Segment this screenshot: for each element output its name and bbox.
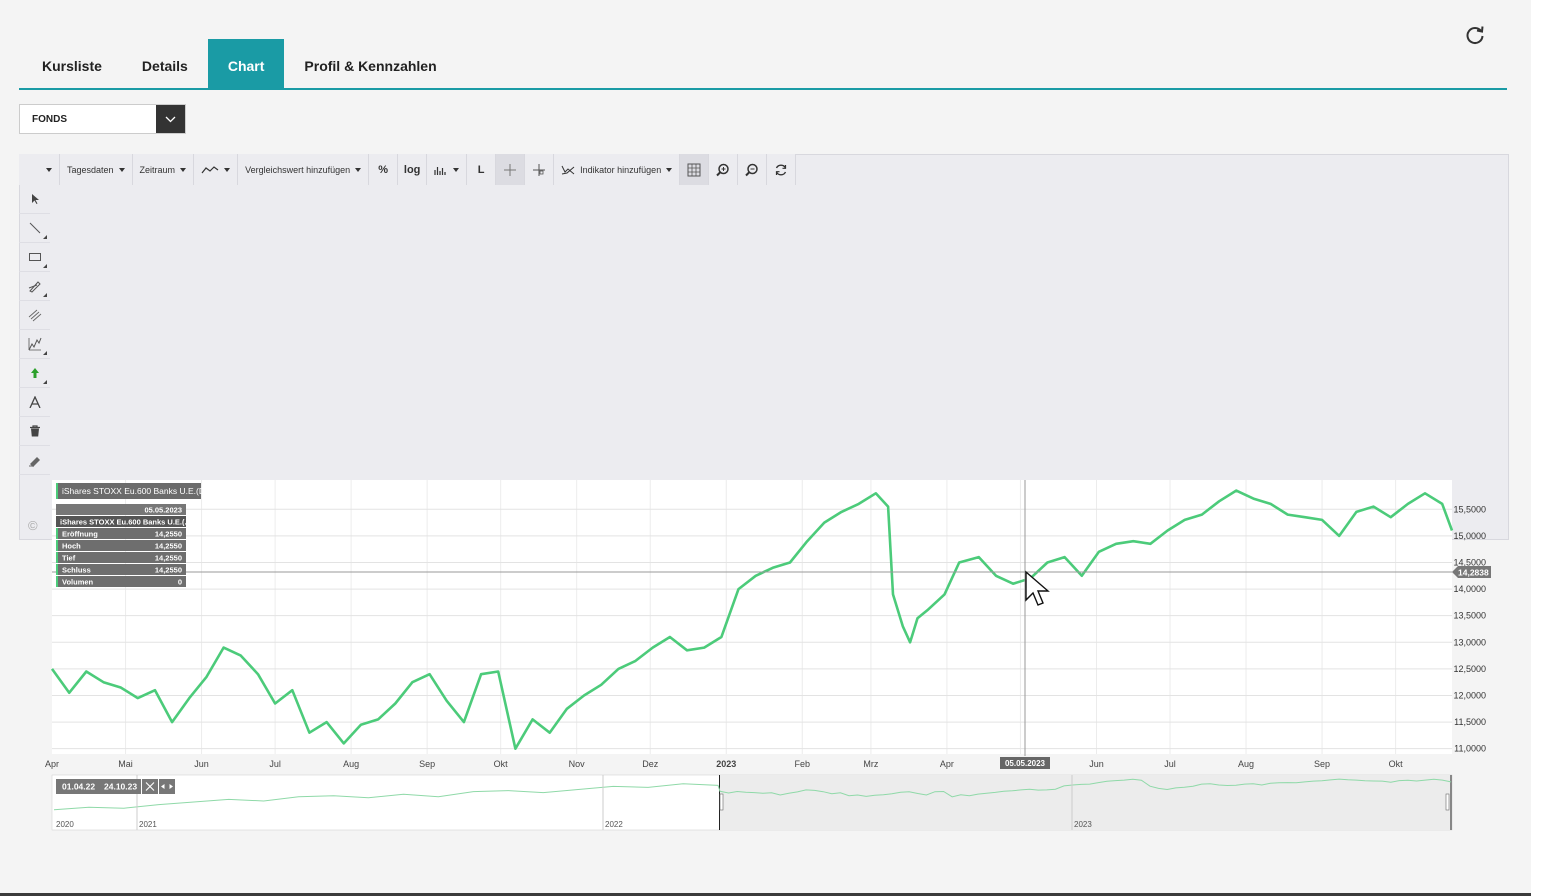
- tooltip-row-value: 14,2550: [155, 530, 182, 539]
- legend-series-name: iShares STOXX Eu.600 Banks U.E.(DE): [62, 486, 214, 496]
- x-tick-label: Mai: [118, 759, 133, 769]
- tooltip-short-name: iShares STOXX Eu.600 Banks U.E.(...: [60, 518, 191, 527]
- mouse-cursor-icon: [1025, 570, 1050, 606]
- tooltip-row-label: Volumen: [62, 578, 94, 587]
- y-tick-label: 14,5000: [1453, 557, 1486, 567]
- tooltip-row-label: Tief: [62, 554, 76, 563]
- tooltip-row-marker: [56, 540, 58, 551]
- crosshair-price-label: 14,2838: [1452, 566, 1491, 578]
- navigator-range-label: 01.04.22 24.10.23: [56, 779, 141, 794]
- x-tick-label: Jun: [1089, 759, 1104, 769]
- y-tick-label: 13,5000: [1453, 611, 1486, 621]
- x-tick-label: Jul: [269, 759, 281, 769]
- x-tick-label: Apr: [45, 759, 59, 769]
- page: Kursliste Details Chart Profil & Kennzah…: [0, 0, 1544, 896]
- y-axis-ticks: 11,0000 11,5000 12,0000 12,5000 13,0000 13,50…: [1453, 504, 1486, 753]
- crosshair-price-text: 14,2838: [1458, 568, 1489, 578]
- navigator-clear-button[interactable]: [142, 779, 158, 794]
- tooltip-row-value: 14,2550: [155, 554, 182, 563]
- tooltip-row-value: 14,2550: [155, 566, 182, 575]
- y-tick-label: 15,0000: [1453, 531, 1486, 541]
- crosshair-date-label: 05.05.2023: [1000, 757, 1050, 769]
- tooltip-row-label: Hoch: [62, 542, 81, 551]
- x-tick-label: Okt: [1389, 759, 1404, 769]
- tooltip-rows: Eröffnung 14,2550 Hoch 14,2550 Tief 14,2550 Sc…: [56, 528, 186, 587]
- x-axis-ticks: Apr Mai Jun Jul Aug Sep Okt Nov Dez 2023 Feb Mrz Apr…: [45, 759, 1403, 769]
- tooltip-row-marker: [56, 564, 58, 575]
- tooltip-row-value: 0: [178, 578, 182, 587]
- x-tick-label: Aug: [1238, 759, 1254, 769]
- series-legend: iShares STOXX Eu.600 Banks U.E.(DE): [56, 483, 214, 499]
- x-tick-label: Jul: [1164, 759, 1176, 769]
- x-tick-label: Okt: [494, 759, 509, 769]
- plot-area: [52, 480, 1452, 754]
- tooltip-row-marker: [56, 552, 58, 563]
- tooltip-row-value: 14,2550: [155, 542, 182, 551]
- navigator[interactable]: 2020 2021 2022 2023 01.04.22 24.10.23: [51, 774, 1453, 831]
- x-tick-label: Sep: [419, 759, 435, 769]
- x-tick-label: Nov: [569, 759, 586, 769]
- y-tick-label: 14,0000: [1453, 584, 1486, 594]
- navigator-year-label: 2021: [139, 820, 157, 829]
- tooltip-row-marker: [56, 528, 58, 539]
- navigator-from: 01.04.22: [62, 782, 95, 792]
- navigator-expand-button[interactable]: [159, 779, 175, 794]
- tooltip-row-label: Eröffnung: [62, 530, 98, 539]
- y-tick-label: 11,5000: [1454, 717, 1486, 727]
- x-tick-label: Mrz: [863, 759, 878, 769]
- y-tick-label: 12,5000: [1453, 664, 1486, 674]
- navigator-handle-left[interactable]: [719, 793, 724, 811]
- x-tick-label: 2023: [716, 759, 736, 769]
- navigator-to: 24.10.23: [104, 782, 137, 792]
- navigator-handle-right[interactable]: [1445, 793, 1450, 811]
- tooltip-row-label: Schluss: [62, 566, 91, 575]
- y-tick-label: 15,5000: [1453, 504, 1486, 514]
- navigator-year-label: 2022: [605, 820, 623, 829]
- x-tick-label: Feb: [795, 759, 811, 769]
- ohlc-tooltip: 05.05.2023 iShares STOXX Eu.600 Banks U.…: [56, 504, 191, 587]
- price-chart[interactable]: 11,0000 11,5000 12,0000 12,5000 13,0000 13,50…: [0, 0, 1544, 896]
- x-tick-label: Aug: [343, 759, 359, 769]
- x-tick-label: Apr: [940, 759, 954, 769]
- x-tick-label: Jun: [194, 759, 209, 769]
- navigator-year-label: 2023: [1074, 820, 1092, 829]
- tooltip-date: 05.05.2023: [144, 506, 182, 515]
- crosshair-date-text: 05.05.2023: [1005, 759, 1046, 768]
- y-tick-label: 12,0000: [1453, 690, 1486, 700]
- y-tick-label: 13,0000: [1453, 637, 1486, 647]
- x-tick-label: Sep: [1314, 759, 1330, 769]
- x-tick-label: Dez: [642, 759, 659, 769]
- y-tick-label: 11,0000: [1454, 744, 1486, 754]
- navigator-year-label: 2020: [56, 820, 74, 829]
- tooltip-row-marker: [56, 576, 58, 587]
